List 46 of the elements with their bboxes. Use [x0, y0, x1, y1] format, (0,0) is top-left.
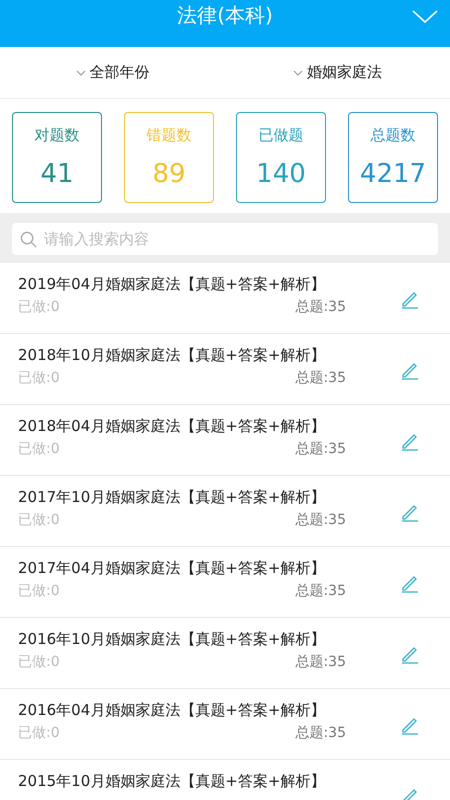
- paper-list-item[interactable]: 2015年10月婚姻家庭法【真题+答案+解析】: [0, 760, 450, 800]
- total-count: 总题:35: [295, 511, 346, 529]
- paper-list-item[interactable]: 2018年04月婚姻家庭法【真题+答案+解析】 已做:0 总题:35: [0, 405, 450, 476]
- stat-value: 89: [152, 159, 186, 189]
- stat-label: 错题数: [146, 126, 192, 145]
- caret-icon: [76, 70, 86, 76]
- chevron-down-icon[interactable]: [412, 10, 438, 24]
- paper-list-item[interactable]: 2017年10月婚姻家庭法【真题+答案+解析】 已做:0 总题:35: [0, 476, 450, 547]
- total-count: 总题:35: [295, 298, 346, 316]
- paper-list-item[interactable]: 2016年04月婚姻家庭法【真题+答案+解析】 已做:0 总题:35: [0, 689, 450, 760]
- paper-title: 2017年04月婚姻家庭法【真题+答案+解析】: [18, 559, 326, 578]
- paper-title: 2018年04月婚姻家庭法【真题+答案+解析】: [18, 417, 326, 436]
- caret-icon: [293, 70, 303, 76]
- stat-label: 对题数: [34, 126, 80, 145]
- stat-label: 总题数: [370, 126, 416, 145]
- done-count: 已做:0: [18, 369, 60, 387]
- paper-list-item[interactable]: 2018年10月婚姻家庭法【真题+答案+解析】 已做:0 总题:35: [0, 334, 450, 405]
- done-count: 已做:0: [18, 724, 60, 742]
- paper-list-item[interactable]: 2016年10月婚姻家庭法【真题+答案+解析】 已做:0 总题:35: [0, 618, 450, 689]
- stat-value: 140: [256, 159, 306, 189]
- paper-title: 2016年04月婚姻家庭法【真题+答案+解析】: [18, 701, 326, 720]
- done-count: 已做:0: [18, 298, 60, 316]
- done-count: 已做:0: [18, 582, 60, 600]
- paper-title: 2018年10月婚姻家庭法【真题+答案+解析】: [18, 346, 326, 365]
- done-count: 已做:0: [18, 511, 60, 529]
- filter-dropdown[interactable]: 婚姻家庭法: [225, 47, 450, 98]
- done-count: 已做:0: [18, 653, 60, 671]
- total-count: 总题:35: [295, 369, 346, 387]
- filter-dropdown[interactable]: 全部年份: [0, 47, 225, 98]
- paper-list-item[interactable]: 2017年04月婚姻家庭法【真题+答案+解析】 已做:0 总题:35: [0, 547, 450, 618]
- search-field[interactable]: 请输入搜索内容: [12, 223, 438, 255]
- header-title: 法律(本科): [177, 2, 273, 29]
- stat-value: 4217: [360, 159, 426, 189]
- stat-card[interactable]: 对题数 41: [12, 112, 102, 203]
- total-count: 总题:35: [295, 724, 346, 742]
- total-count: 总题:35: [295, 440, 346, 458]
- paper-title: 2016年10月婚姻家庭法【真题+答案+解析】: [18, 630, 326, 649]
- done-count: 已做:0: [18, 440, 60, 458]
- paper-title: 2015年10月婚姻家庭法【真题+答案+解析】: [18, 772, 326, 791]
- total-count: 总题:35: [295, 653, 346, 671]
- paper-title: 2017年10月婚姻家庭法【真题+答案+解析】: [18, 488, 326, 507]
- stat-label: 已做题: [258, 126, 304, 145]
- stat-value: 41: [40, 159, 74, 189]
- paper-list-item[interactable]: 2019年04月婚姻家庭法【真题+答案+解析】 已做:0 总题:35: [0, 263, 450, 334]
- total-count: 总题:35: [295, 582, 346, 600]
- paper-title: 2019年04月婚姻家庭法【真题+答案+解析】: [18, 275, 326, 294]
